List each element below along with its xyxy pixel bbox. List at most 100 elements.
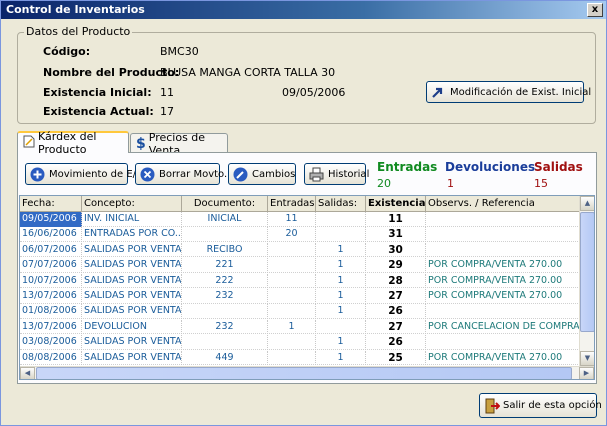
cell-existencia[interactable]: 11 — [366, 212, 426, 227]
cell-concepto[interactable]: SALIDAS POR VENTA — [82, 258, 182, 273]
cell-salidas[interactable]: 1 — [316, 335, 366, 350]
cell-existencia[interactable]: 25 — [366, 350, 426, 366]
cell-referencia[interactable]: POR COMPRA/VENTA 270.00 — [426, 289, 580, 304]
close-button[interactable]: x — [587, 3, 603, 17]
horizontal-scroll-thumb[interactable] — [36, 367, 572, 379]
cell-existencia[interactable]: 29 — [366, 258, 426, 273]
cell-documento[interactable]: 222 — [182, 273, 268, 289]
cell-fecha[interactable]: 01/08/2006 — [20, 304, 82, 319]
cell-salidas[interactable] — [316, 212, 366, 227]
cell-existencia[interactable]: 26 — [366, 304, 426, 319]
cell-referencia[interactable] — [426, 242, 580, 258]
cell-referencia[interactable]: POR COMPRA/VENTA 270.00 — [426, 273, 580, 289]
cell-existencia[interactable]: 26 — [366, 335, 426, 350]
vertical-scrollbar[interactable]: ▲ ▼ — [579, 196, 594, 366]
cell-documento[interactable]: RECIBO — [182, 242, 268, 258]
cell-entradas[interactable] — [268, 335, 316, 350]
table-row[interactable]: 01/08/2006 SALIDAS POR VENTA 1 26 — [20, 304, 580, 319]
salir-button[interactable]: Salir de esta opción — [479, 393, 602, 418]
col-documento[interactable]: Documento: — [182, 196, 268, 212]
cell-fecha[interactable]: 13/07/2006 — [20, 319, 82, 335]
cell-documento[interactable]: 221 — [182, 258, 268, 273]
cell-concepto[interactable]: SALIDAS POR VENTA — [82, 289, 182, 304]
cell-existencia[interactable]: 27 — [366, 289, 426, 304]
cell-entradas[interactable]: 11 — [268, 212, 316, 227]
col-entradas[interactable]: Entradas: — [268, 196, 316, 212]
cell-fecha[interactable]: 08/08/2006 — [20, 350, 82, 366]
cell-entradas[interactable] — [268, 350, 316, 366]
vertical-scroll-thumb[interactable] — [580, 212, 594, 332]
cell-referencia[interactable] — [426, 304, 580, 319]
table-row[interactable]: 08/08/2006 SALIDAS POR VENTA 449 1 25 POR COM… — [20, 350, 580, 366]
table-row[interactable]: 07/07/2006 SALIDAS POR VENTA 221 1 29 POR COM… — [20, 258, 580, 273]
table-row[interactable]: 03/08/2006 SALIDAS POR VENTA 1 26 — [20, 335, 580, 350]
table-row[interactable]: 09/05/2006 INV. INICIAL INICIAL 11 11 — [20, 212, 580, 227]
cell-fecha[interactable]: 07/07/2006 — [20, 258, 82, 273]
cell-salidas[interactable]: 1 — [316, 242, 366, 258]
scroll-down-icon[interactable]: ▼ — [580, 351, 594, 366]
title-bar[interactable]: Control de Inventarios x — [1, 1, 606, 19]
kardex-grid[interactable]: Fecha: Concepto: Documento: Entradas: Sa… — [19, 195, 595, 380]
table-row[interactable]: 16/06/2006 ENTRADAS POR CO... 20 31 — [20, 227, 580, 242]
cell-existencia[interactable]: 31 — [366, 227, 426, 242]
cambios-button[interactable]: Cambios — [228, 163, 296, 185]
movimiento-button[interactable]: Movimiento de E/S — [25, 163, 142, 185]
col-concepto[interactable]: Concepto: — [82, 196, 182, 212]
cell-existencia[interactable]: 30 — [366, 242, 426, 258]
cell-salidas[interactable]: 1 — [316, 273, 366, 289]
cell-concepto[interactable]: SALIDAS POR VENTA — [82, 304, 182, 319]
cell-entradas[interactable] — [268, 242, 316, 258]
table-row[interactable]: 13/07/2006 SALIDAS POR VENTA 232 1 27 POR COM… — [20, 289, 580, 304]
cell-fecha[interactable]: 06/07/2006 — [20, 242, 82, 258]
cell-concepto[interactable]: SALIDAS POR VENTA — [82, 242, 182, 258]
table-row[interactable]: 10/07/2006 SALIDAS POR VENTA 222 1 28 POR COM… — [20, 273, 580, 289]
cell-fecha[interactable]: 09/05/2006 — [20, 212, 82, 227]
cell-salidas[interactable]: 1 — [316, 258, 366, 273]
col-salidas[interactable]: Salidas: — [316, 196, 366, 212]
cell-fecha[interactable]: 16/06/2006 — [20, 227, 82, 242]
cell-entradas[interactable] — [268, 304, 316, 319]
cell-concepto[interactable]: SALIDAS POR VENTA — [82, 350, 182, 366]
cell-referencia[interactable] — [426, 335, 580, 350]
table-row[interactable]: 06/07/2006 SALIDAS POR VENTA RECIBO 1 30 — [20, 242, 580, 258]
cell-concepto[interactable]: SALIDAS POR VENTA — [82, 273, 182, 289]
col-referencia[interactable]: Observs. / Referencia — [426, 196, 580, 212]
table-row[interactable]: 13/07/2006 DEVOLUCION 232 1 27 POR CANCELACIO… — [20, 319, 580, 335]
borrar-button[interactable]: Borrar Movto. — [135, 163, 227, 185]
modificacion-button[interactable]: Modificación de Exist. Inicial — [426, 81, 591, 103]
cell-salidas[interactable]: 1 — [316, 350, 366, 366]
scroll-up-icon[interactable]: ▲ — [580, 196, 594, 211]
cell-concepto[interactable]: SALIDAS POR VENTA — [82, 335, 182, 350]
cell-documento[interactable] — [182, 227, 268, 242]
cell-salidas[interactable] — [316, 227, 366, 242]
scroll-left-icon[interactable]: ◀ — [20, 367, 35, 379]
cell-documento[interactable] — [182, 335, 268, 350]
scroll-right-icon[interactable]: ▶ — [579, 367, 594, 379]
cell-entradas[interactable] — [268, 289, 316, 304]
horizontal-scrollbar[interactable]: ◀ ▶ — [20, 366, 594, 379]
cell-fecha[interactable]: 03/08/2006 — [20, 335, 82, 350]
cell-referencia[interactable]: POR COMPRA/VENTA 270.00 — [426, 258, 580, 273]
col-existencia[interactable]: Existencia: — [366, 196, 426, 212]
cell-documento[interactable]: 449 — [182, 350, 268, 366]
cell-documento[interactable] — [182, 304, 268, 319]
cell-documento[interactable]: INICIAL — [182, 212, 268, 227]
cell-entradas[interactable]: 20 — [268, 227, 316, 242]
tab-precios[interactable]: $ Precios de Venta — [130, 131, 228, 157]
cell-fecha[interactable]: 13/07/2006 — [20, 289, 82, 304]
tab-kardex[interactable]: Kárdex del Producto — [17, 130, 129, 156]
cell-referencia[interactable] — [426, 227, 580, 242]
cell-entradas[interactable] — [268, 273, 316, 289]
cell-referencia[interactable]: POR CANCELACION DE COMPRA — [426, 319, 580, 335]
cell-salidas[interactable] — [316, 319, 366, 335]
cell-concepto[interactable]: INV. INICIAL — [82, 212, 182, 227]
cell-referencia[interactable]: POR COMPRA/VENTA 270.00 — [426, 350, 580, 366]
cell-existencia[interactable]: 28 — [366, 273, 426, 289]
cell-salidas[interactable]: 1 — [316, 289, 366, 304]
cell-salidas[interactable]: 1 — [316, 304, 366, 319]
cell-referencia[interactable] — [426, 212, 580, 227]
historial-button[interactable]: Historial — [304, 163, 369, 185]
cell-entradas[interactable]: 1 — [268, 319, 316, 335]
cell-fecha[interactable]: 10/07/2006 — [20, 273, 82, 289]
cell-documento[interactable]: 232 — [182, 289, 268, 304]
